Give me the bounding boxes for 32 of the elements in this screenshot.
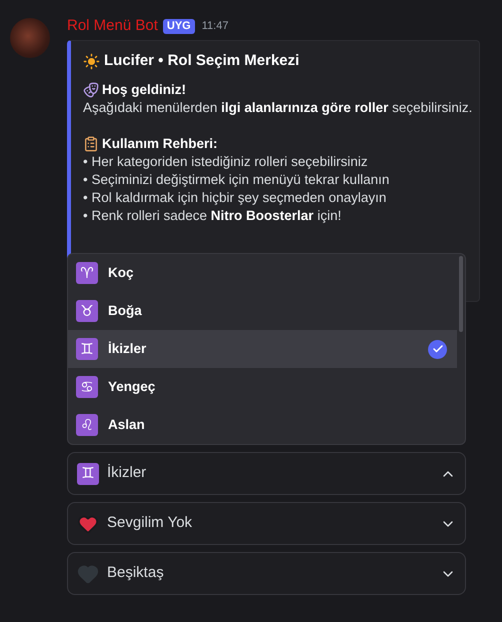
- dropdown-option[interactable]: ♋ Yengeç: [68, 368, 457, 406]
- embed-text: Aşağıdaki menülerden ilgi alanlarınıza göre roller seçebilirsiniz.: [83, 99, 469, 117]
- zodiac-symbol: ♋: [76, 376, 98, 398]
- app-tag: UYG: [162, 18, 195, 34]
- scrollbar[interactable]: [459, 256, 463, 332]
- section-heading: Kullanım Rehberi:: [102, 135, 218, 153]
- author-name[interactable]: Rol Menü Bot: [67, 14, 158, 38]
- sun-icon: [83, 52, 100, 70]
- select-menu[interactable]: Beşiktaş: [67, 552, 466, 595]
- embed-text: • Renk rolleri sadece Nitro Boosterlar için!: [83, 207, 342, 225]
- timestamp: 11:47: [202, 18, 228, 34]
- dropdown-option[interactable]: ♊ İkizler: [68, 330, 457, 368]
- dropdown-option[interactable]: ♌ Aslan: [68, 406, 457, 444]
- select-menu[interactable]: Sevgilim Yok: [67, 502, 466, 545]
- zodiac-symbol: ♈: [76, 262, 98, 284]
- zodiac-symbol: ♊: [76, 338, 98, 360]
- embed-text: • Rol kaldırmak için hiçbir şey seçmeden onaylayın: [83, 189, 388, 207]
- zodiac-symbol: ♉: [76, 300, 98, 322]
- section-heading: Hoş geldiniz!: [102, 81, 186, 99]
- embed-text: • Seçiminizi değiştirmek için menüyü tekrar kullanın: [83, 171, 390, 189]
- check-icon: [428, 340, 447, 358]
- zodiac-symbol: ♌: [76, 414, 98, 436]
- theater-masks-icon: [83, 82, 99, 98]
- zodiac-symbol: ♊: [77, 462, 99, 484]
- embed-text: • Her kategoriden istediğiniz rolleri seçebilirsiniz: [83, 153, 369, 171]
- avatar[interactable]: [10, 18, 50, 58]
- heart-icon: [77, 562, 99, 584]
- select-menu[interactable]: ♊ İkizler: [67, 452, 466, 495]
- clipboard-icon: [83, 136, 99, 152]
- dropdown-option[interactable]: ♉ Boğa: [68, 292, 457, 330]
- embed-title: Lucifer • Rol Seçim Merkezi: [104, 52, 300, 70]
- dropdown-option[interactable]: ♈ Koç: [68, 254, 457, 292]
